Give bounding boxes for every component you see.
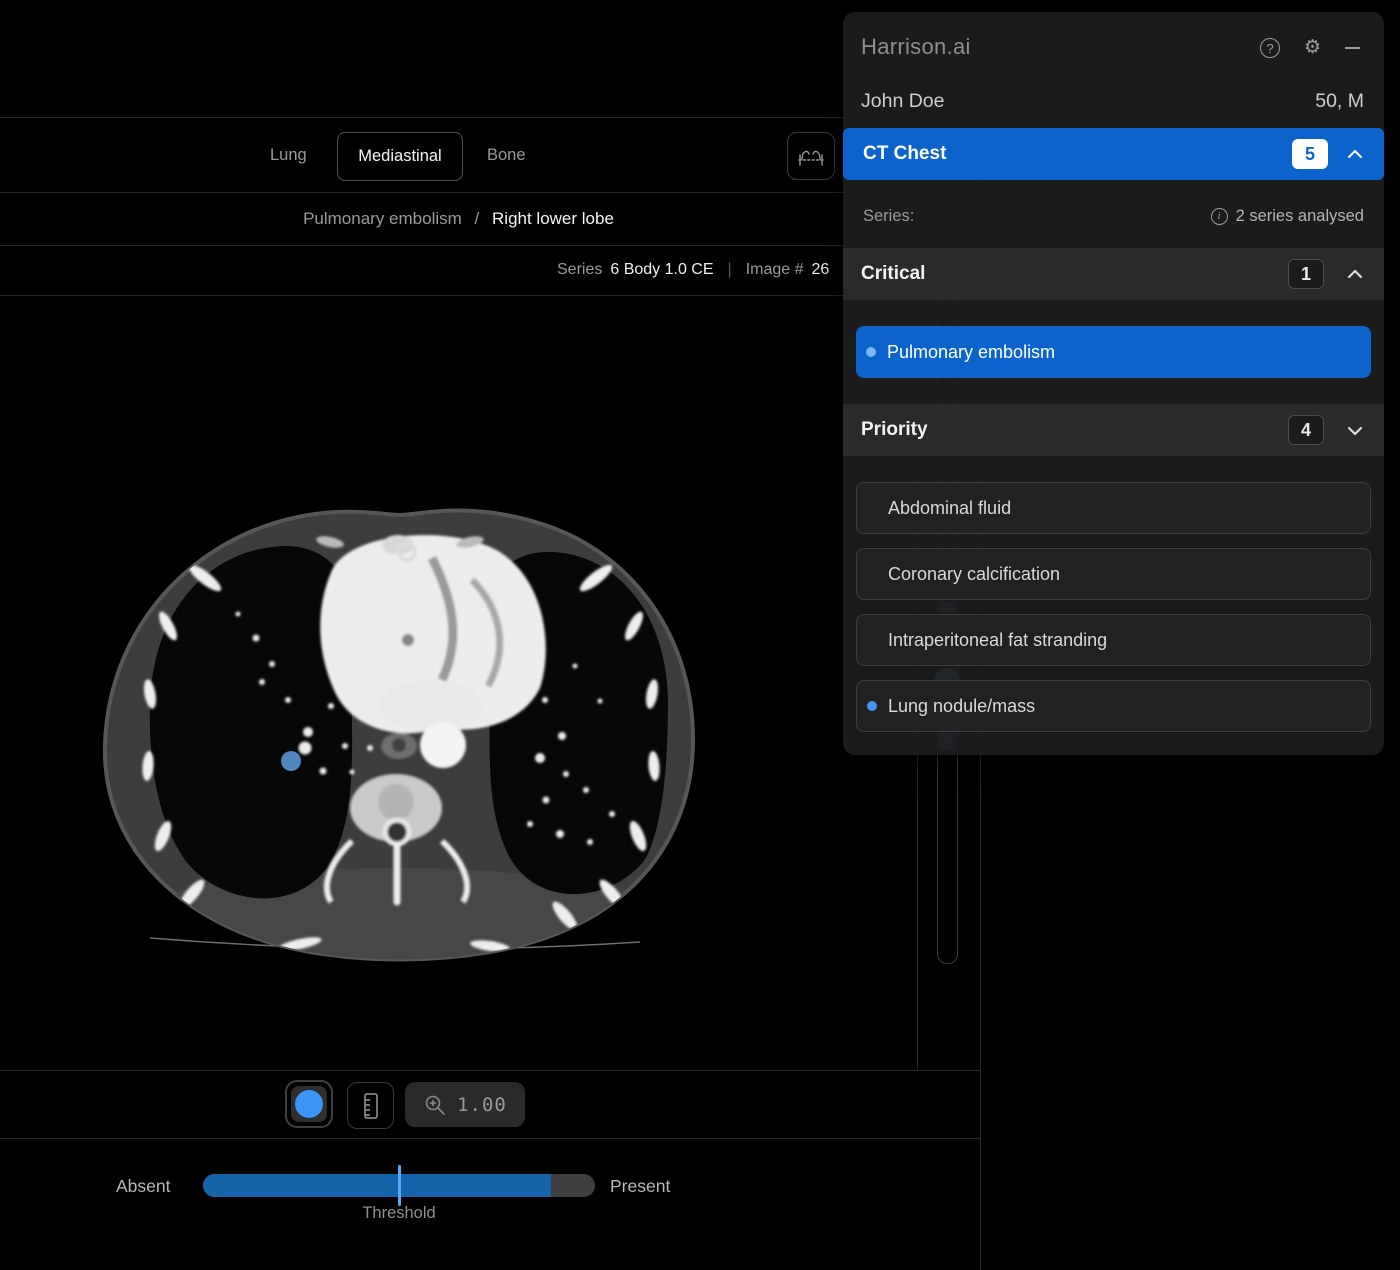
section-critical-header[interactable]: Critical 1 bbox=[843, 248, 1384, 300]
threshold-slider[interactable] bbox=[203, 1174, 595, 1197]
finding-dot-icon bbox=[866, 347, 876, 357]
series-analysed-text: 2 series analysed bbox=[1236, 207, 1364, 226]
caliper-tool-button[interactable] bbox=[787, 132, 835, 180]
breadcrumb-current: Right lower lobe bbox=[492, 209, 614, 228]
finding-intraperitoneal-fat-stranding[interactable]: Intraperitoneal fat stranding bbox=[856, 614, 1371, 666]
finding-coronary-calcification[interactable]: Coronary calcification bbox=[856, 548, 1371, 600]
finding-label: Coronary calcification bbox=[888, 564, 1060, 585]
section-priority-label: Priority bbox=[861, 419, 928, 441]
tab-lung[interactable]: Lung bbox=[270, 132, 307, 179]
brand-logo: Harrison.ai bbox=[861, 34, 971, 60]
study-title: CT Chest bbox=[863, 143, 946, 165]
threshold-fill bbox=[203, 1174, 551, 1197]
breadcrumb-parent[interactable]: Pulmonary embolism bbox=[303, 209, 462, 228]
image-number-value: 26 bbox=[812, 261, 830, 279]
ct-axial-image[interactable] bbox=[0, 296, 917, 1070]
section-critical-label: Critical bbox=[861, 263, 925, 285]
image-number-label: Image # bbox=[746, 261, 804, 279]
finding-label: Abdominal fluid bbox=[888, 498, 1011, 519]
tab-bone[interactable]: Bone bbox=[487, 132, 526, 179]
pe-finding-marker bbox=[281, 751, 301, 771]
ruler-icon bbox=[356, 1091, 386, 1121]
series-label: Series bbox=[557, 261, 602, 279]
series-status-row: Series: i 2 series analysed bbox=[843, 188, 1384, 244]
threshold-tick[interactable] bbox=[398, 1165, 401, 1206]
overlay-toggle-button[interactable] bbox=[285, 1080, 333, 1128]
minimize-icon[interactable] bbox=[1345, 47, 1360, 49]
series-value: 6 Body 1.0 CE bbox=[610, 261, 713, 279]
tab-mediastinal[interactable]: Mediastinal bbox=[337, 132, 463, 181]
caliper-icon bbox=[795, 143, 827, 169]
finding-label: Pulmonary embolism bbox=[887, 342, 1055, 363]
breadcrumb-separator: / bbox=[475, 209, 480, 228]
finding-abdominal-fluid[interactable]: Abdominal fluid bbox=[856, 482, 1371, 534]
zoom-in-icon bbox=[423, 1093, 447, 1117]
threshold-present-label: Present bbox=[610, 1172, 670, 1200]
chevron-down-icon[interactable] bbox=[1344, 419, 1366, 441]
divider-top bbox=[0, 117, 981, 118]
ai-results-panel: Harrison.ai ? ⚙ John Doe 50, M CT Chest … bbox=[843, 12, 1384, 755]
critical-count-badge: 1 bbox=[1288, 259, 1324, 289]
divider-toolbar-bottom bbox=[0, 1138, 981, 1139]
finding-label: Intraperitoneal fat stranding bbox=[888, 630, 1107, 651]
series-row-label: Series: bbox=[863, 207, 914, 226]
breadcrumb: Pulmonary embolism / Right lower lobe bbox=[0, 192, 917, 245]
ai-overlay-icon bbox=[295, 1090, 323, 1118]
study-findings-badge: 5 bbox=[1292, 139, 1328, 169]
priority-count-badge: 4 bbox=[1288, 415, 1324, 445]
help-icon[interactable]: ? bbox=[1260, 38, 1280, 58]
zoom-level-control[interactable]: 1.00 bbox=[405, 1082, 525, 1127]
finding-label: Lung nodule/mass bbox=[888, 696, 1035, 717]
series-image-info: Series 6 Body 1.0 CE | Image # 26 bbox=[557, 245, 829, 295]
series-separator: | bbox=[728, 261, 732, 279]
gear-icon[interactable]: ⚙ bbox=[1304, 38, 1321, 58]
chevron-up-icon[interactable] bbox=[1344, 263, 1366, 285]
divider-under-breadcrumb bbox=[0, 245, 981, 246]
study-header[interactable]: CT Chest 5 bbox=[843, 128, 1384, 180]
patient-name: John Doe bbox=[861, 90, 944, 113]
ruler-tool-button[interactable] bbox=[347, 1082, 394, 1129]
finding-dot-icon bbox=[867, 701, 877, 711]
threshold-caption: Threshold bbox=[362, 1204, 435, 1223]
patient-demographics: 50, M bbox=[1315, 90, 1364, 113]
divider-toolbar-top bbox=[0, 1070, 981, 1071]
threshold-absent-label: Absent bbox=[116, 1172, 170, 1200]
chevron-up-icon[interactable] bbox=[1344, 143, 1366, 165]
finding-pulmonary-embolism[interactable]: Pulmonary embolism bbox=[856, 326, 1371, 378]
zoom-level-value: 1.00 bbox=[457, 1094, 507, 1116]
info-icon: i bbox=[1211, 208, 1228, 225]
finding-lung-nodule-mass[interactable]: Lung nodule/mass bbox=[856, 680, 1371, 732]
section-priority-header[interactable]: Priority 4 bbox=[843, 404, 1384, 456]
